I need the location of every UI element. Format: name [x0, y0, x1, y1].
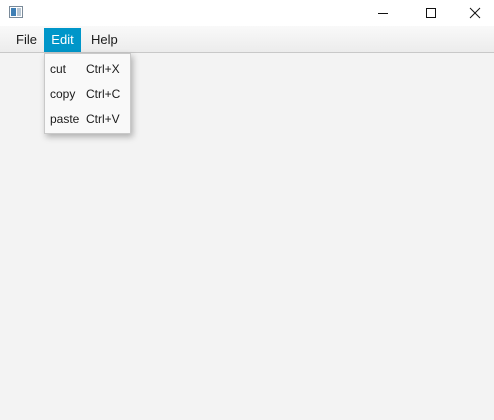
- menu-item-accelerator: Ctrl+V: [86, 112, 120, 126]
- menu-item-copy[interactable]: copy Ctrl+C: [45, 82, 130, 107]
- menu-bar: File Edit Help: [0, 26, 494, 53]
- title-bar[interactable]: [0, 0, 494, 26]
- menu-item-paste[interactable]: paste Ctrl+V: [45, 107, 130, 132]
- close-icon: [469, 7, 481, 19]
- menu-item-label: paste: [50, 112, 80, 126]
- menu-item-cut[interactable]: cut Ctrl+X: [45, 57, 130, 82]
- minimize-icon: [378, 13, 388, 14]
- menu-item-label: cut: [50, 62, 67, 76]
- menu-item-label: copy: [50, 87, 76, 101]
- menu-help[interactable]: Help: [83, 28, 126, 52]
- menu-item-accelerator: Ctrl+X: [86, 62, 120, 76]
- app-icon: [9, 6, 23, 18]
- menu-item-accelerator: Ctrl+C: [86, 87, 121, 101]
- menu-edit[interactable]: Edit: [44, 28, 81, 52]
- close-button[interactable]: [452, 0, 494, 26]
- menu-file[interactable]: File: [8, 28, 45, 52]
- application-window: File Edit Help cut Ctrl+X copy Ctrl+C pa…: [0, 0, 494, 420]
- edit-menu-dropdown: cut Ctrl+X copy Ctrl+C paste Ctrl+V: [44, 53, 131, 134]
- minimize-button[interactable]: [360, 0, 406, 26]
- maximize-icon: [426, 8, 436, 18]
- maximize-button[interactable]: [408, 0, 454, 26]
